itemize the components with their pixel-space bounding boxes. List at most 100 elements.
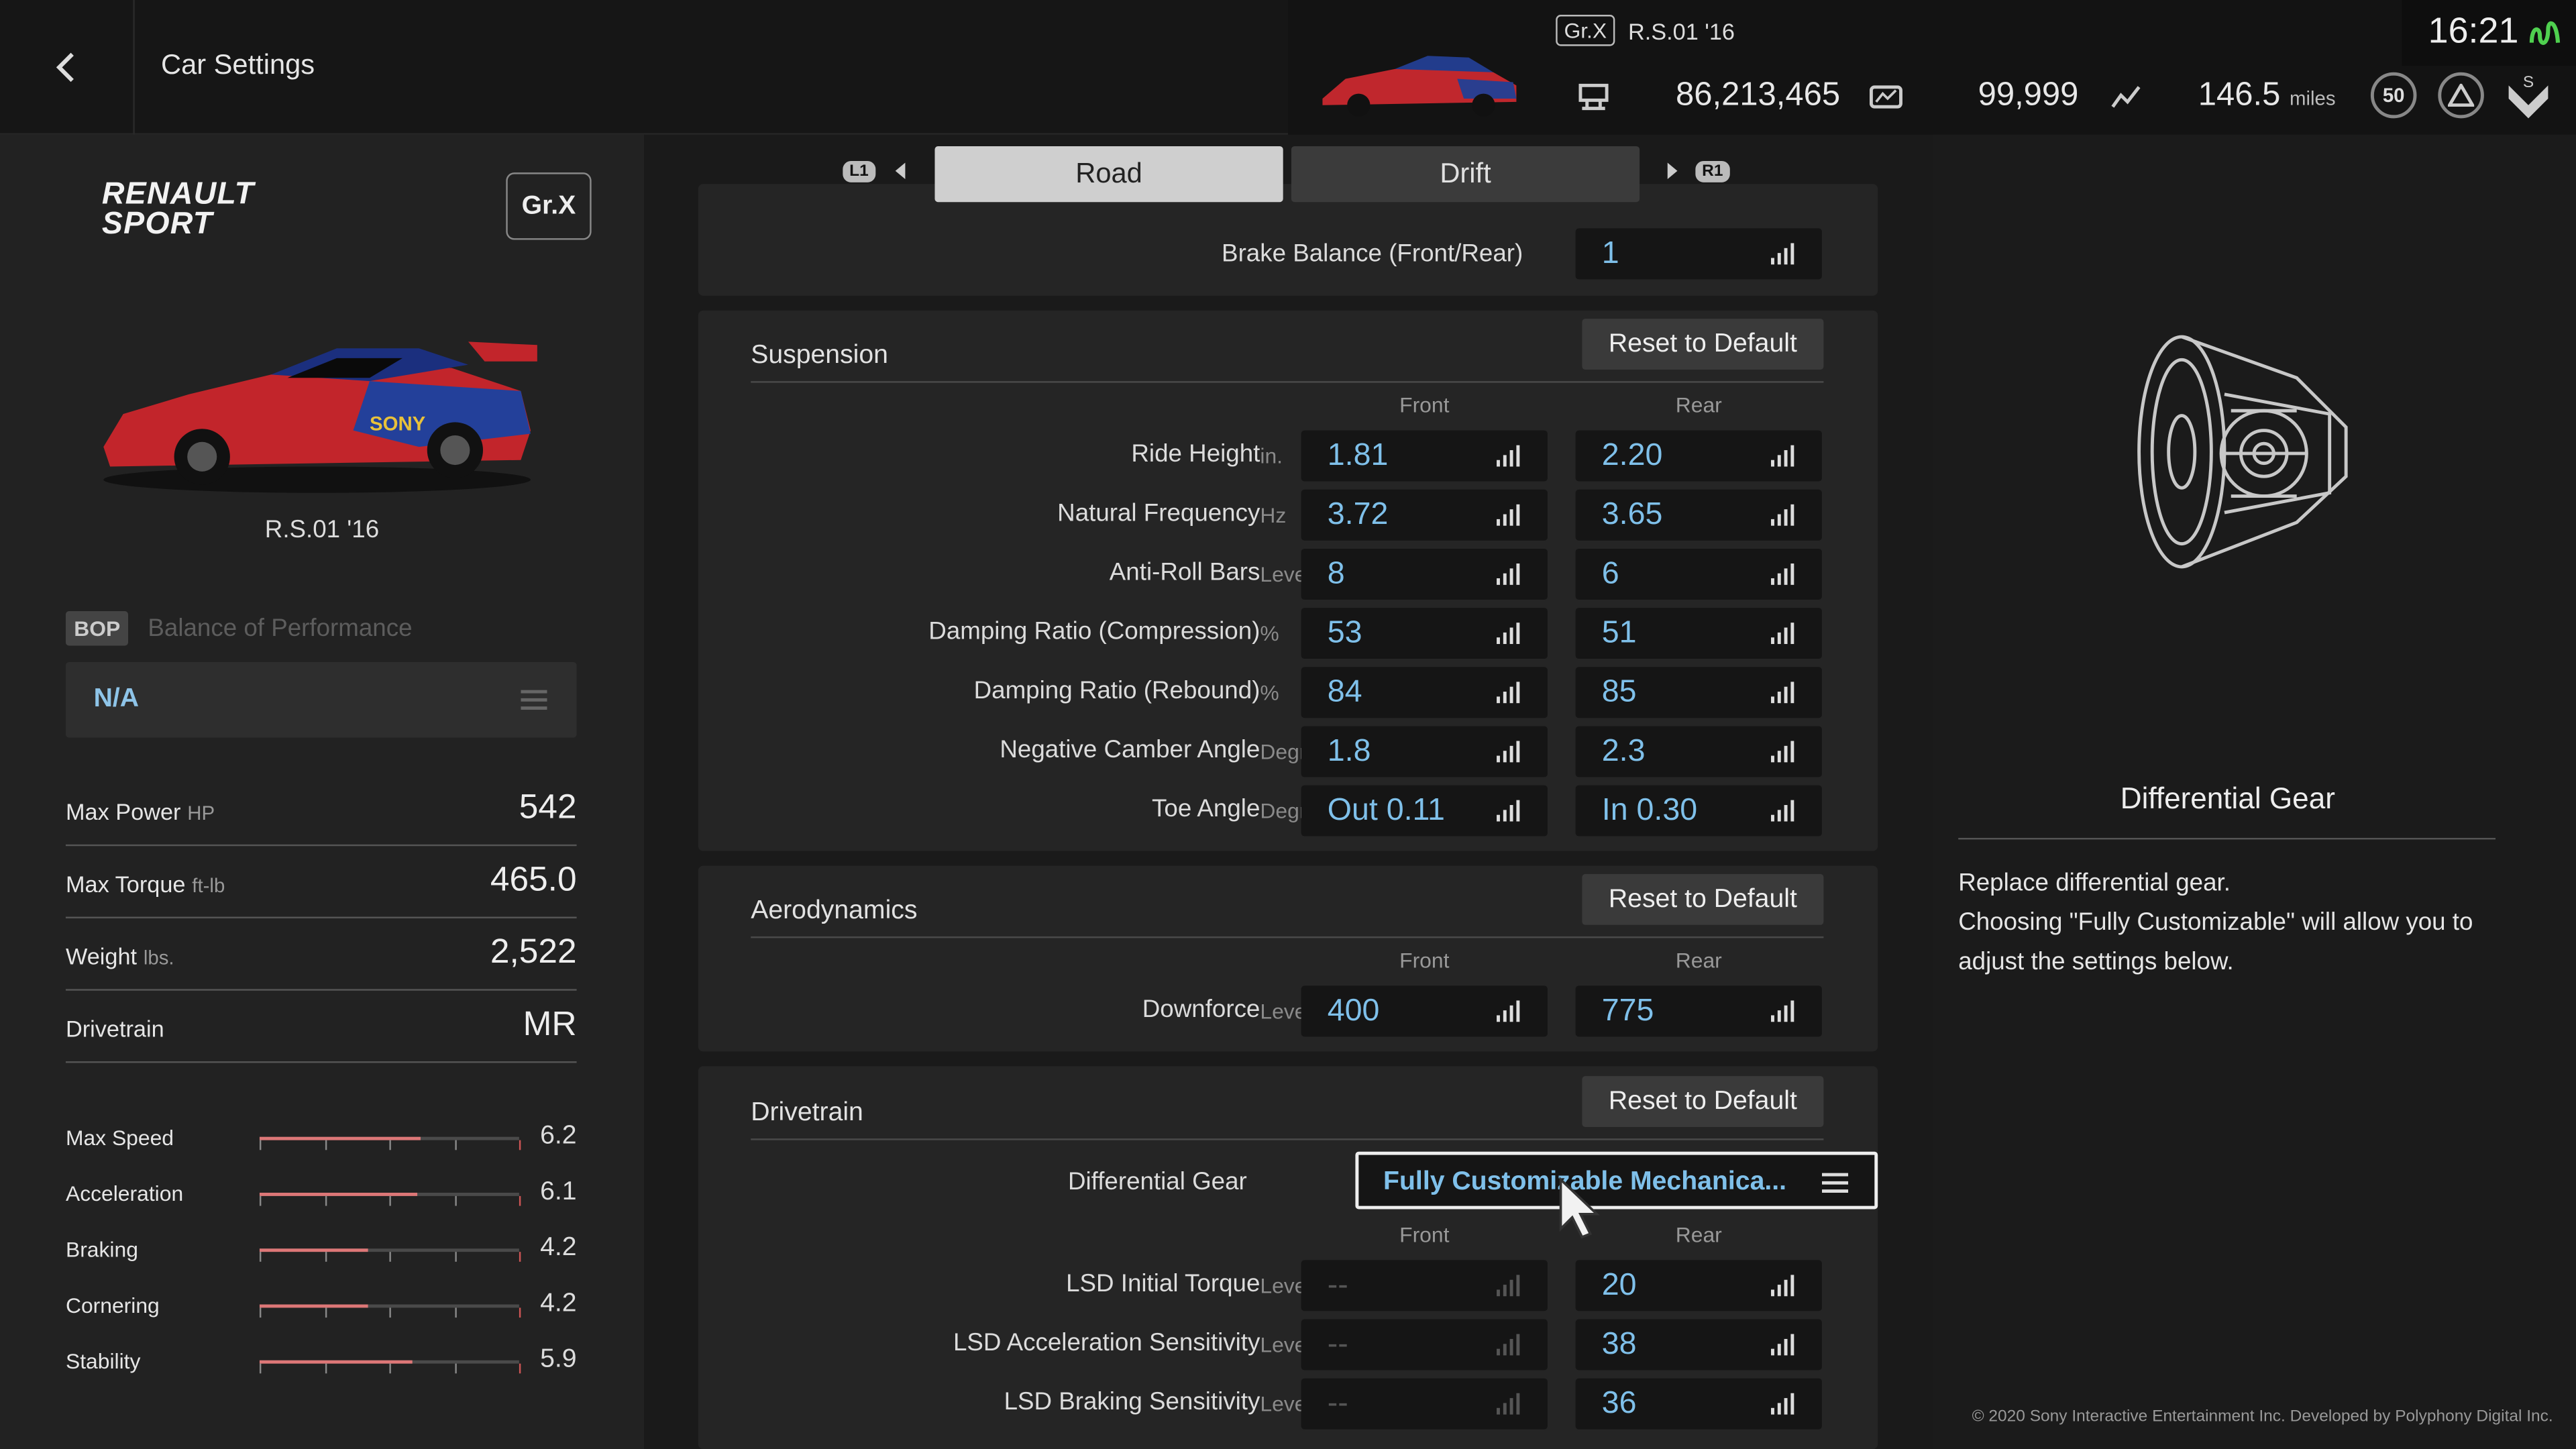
front-value-field[interactable]: 1.81 [1301,430,1548,482]
tab-drift[interactable]: Drift [1291,146,1640,203]
rear-value-field[interactable]: 2.3 [1575,726,1822,777]
front-value-field[interactable]: 400 [1301,985,1548,1037]
level-badge: 50 [2370,72,2417,119]
perf-bar-tick [519,1307,521,1318]
arrow-left-icon [895,162,906,179]
adjust-bars-icon [1771,621,1796,645]
rear-value-field[interactable]: 36 [1575,1378,1822,1430]
spec-max-torque: Max Torque ft-lb 465.0 [65,846,577,918]
spec-unit: lbs. [143,946,174,969]
adjust-bars-icon [1497,798,1521,822]
bop-value: N/A [93,685,140,713]
adjust-bars-icon [1497,1273,1521,1297]
top-bar: Car Settings Gr.X R.S.01 '16 86,213,465 … [0,0,2576,135]
spec-label: Max Torque [65,870,186,898]
perf-value: 6.2 [540,1122,577,1150]
adjust-bars-icon [1771,1332,1796,1356]
perf-acceleration: Acceleration 6.1 [66,1176,577,1212]
differential-gear-select[interactable]: Fully Customizable Mechanica... [1355,1151,1878,1210]
r1-button[interactable]: R1 [1695,161,1730,182]
spec-value: 2,522 [490,933,577,971]
car-thumbnail [1322,56,1517,117]
rear-value-field[interactable]: 3.65 [1575,489,1822,541]
perf-bar-fill [259,1136,421,1140]
brand-logo: RENAULT SPORT [101,177,255,240]
rear-value-field[interactable]: 2.20 [1575,430,1822,482]
adjust-bars-icon [1771,1391,1796,1415]
adjust-bars-icon [1497,621,1521,645]
driver-rating-icon: S [2508,73,2548,119]
adjust-bars-icon [1771,680,1796,704]
value-text: 3.65 [1601,498,1663,533]
adjust-bars-icon [1497,443,1521,467]
adjust-bars-icon [1497,502,1521,526]
front-value-field[interactable]: 3.72 [1301,489,1548,541]
rear-value-field[interactable]: 85 [1575,667,1822,718]
perf-bar-tick [259,1307,262,1318]
spec-value: 465.0 [490,861,577,899]
back-button[interactable] [0,0,135,135]
setting-label: Downforce [1142,996,1260,1024]
car-image: SONY [103,341,537,493]
bop-label: Balance of Performance [148,614,413,643]
value-text: 6 [1601,557,1619,592]
clock: 16:21 [2428,9,2519,51]
value-text: 84 [1327,675,1362,710]
rear-value-field[interactable]: 51 [1575,608,1822,659]
setting-label: Toe Angle [1152,795,1260,823]
perf-label: Acceleration [65,1181,184,1206]
adjust-bars-icon [1771,798,1796,822]
perf-label: Braking [65,1237,138,1262]
aerodynamics-reset-button[interactable]: Reset to Default [1582,873,1824,925]
front-value-field[interactable]: 8 [1301,548,1548,600]
copyright-text: © 2020 Sony Interactive Entertainment In… [1972,1407,2553,1426]
front-value-field[interactable]: 84 [1301,667,1548,718]
front-value-field[interactable]: Out 0.11 [1301,785,1548,837]
perf-bar-tick [454,1307,456,1318]
brake-balance-value[interactable]: 1 [1575,228,1822,280]
perf-bar-tick [389,1307,391,1318]
brand-line-1: RENAULT [101,177,255,212]
setting-label: Damping Ratio (Compression) [928,617,1260,646]
value-text: 2.3 [1601,734,1646,769]
front-value-field[interactable]: 1.8 [1301,726,1548,777]
brake-balance-label: Brake Balance (Front/Rear) [1222,239,1523,268]
value-text: 20 [1601,1268,1637,1303]
perf-value: 4.2 [540,1289,577,1318]
rear-value-field[interactable]: 775 [1575,985,1822,1037]
setting-label: Damping Ratio (Rebound) [973,676,1260,705]
value-text: -- [1327,1386,1348,1421]
perf-value: 5.9 [540,1345,577,1374]
bop-select[interactable]: N/A [65,661,577,738]
value-text: 53 [1327,616,1362,651]
perf-bar-tick [324,1363,327,1374]
rear-header: Rear [1675,1222,1722,1247]
spec-label: Drivetrain [65,1015,164,1042]
perf-bar-tick [519,1140,521,1150]
arrow-right-icon [1667,162,1678,179]
distance-icon [2111,86,2141,108]
svg-text:SONY: SONY [370,413,426,435]
setting-label: Ride Height [1131,440,1260,468]
car-settings-screen: Car Settings Gr.X R.S.01 '16 86,213,465 … [0,0,2576,1449]
rear-value-field[interactable]: 6 [1575,548,1822,600]
rear-value-field[interactable]: 38 [1575,1319,1822,1371]
rear-value-field[interactable]: 20 [1575,1260,1822,1311]
setting-unit: % [1260,621,1279,646]
perf-bar-tick [389,1252,391,1262]
tab-road[interactable]: Road [934,146,1283,203]
front-value-field: -- [1301,1260,1548,1311]
value-text: 775 [1601,994,1654,1029]
rear-value-field[interactable]: In 0.30 [1575,785,1822,837]
suspension-reset-button[interactable]: Reset to Default [1582,319,1824,370]
perf-bar [259,1192,521,1206]
divider [751,381,1824,383]
value-text: 85 [1601,675,1637,710]
drivetrain-reset-button[interactable]: Reset to Default [1582,1076,1824,1128]
front-header: Front [1399,392,1450,418]
l1-button[interactable]: L1 [843,161,875,182]
adjust-bars-icon [1497,1332,1521,1356]
help-panel: Differential Gear Replace differential g… [1932,134,2576,1449]
adjust-bars-icon [1771,739,1796,763]
front-value-field[interactable]: 53 [1301,608,1548,659]
